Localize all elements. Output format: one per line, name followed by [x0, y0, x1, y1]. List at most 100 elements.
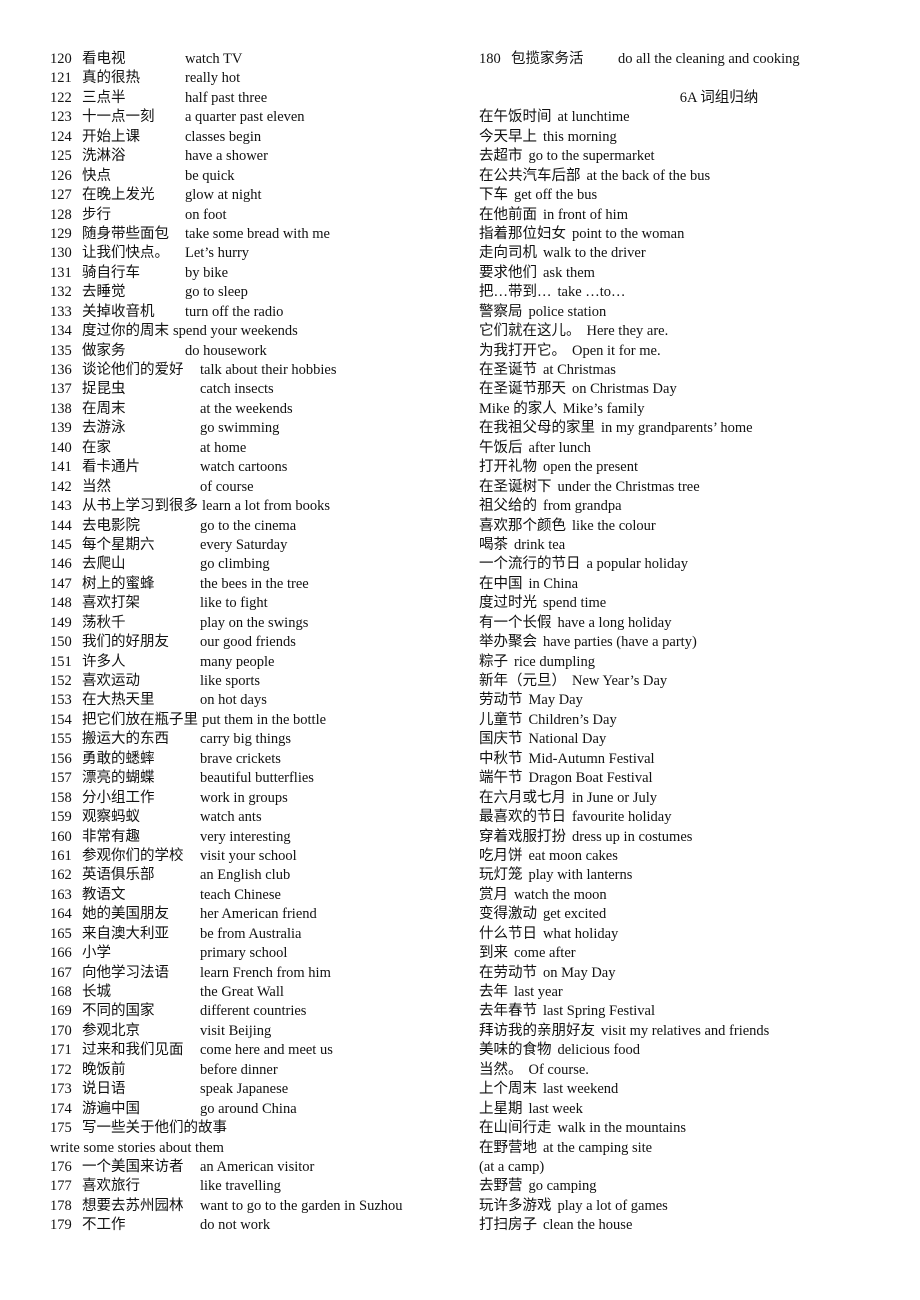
chinese-phrase: 过来和我们见面: [82, 1042, 184, 1059]
english-phrase: be quick: [185, 167, 235, 184]
english-phrase: beautiful butterflies: [200, 770, 314, 787]
entry-number: 146: [50, 556, 72, 573]
english-phrase: watch cartoons: [200, 459, 288, 476]
vocab-entry: 154 把它们放在瓶子里 put them in the bottle: [50, 711, 460, 730]
english-phrase: walk to the driver: [543, 245, 646, 262]
entry-number: 125: [50, 148, 72, 165]
vocab-entry: 158 分小组工作 work in groups: [50, 789, 460, 808]
vocab-entry: 133 关掉收音机 turn off the radio: [50, 303, 460, 322]
vocab-entry: 155 搬运大的东西 carry big things: [50, 730, 460, 749]
english-phrase: have parties (have a party): [543, 634, 697, 651]
vocab-entry: 138 在周末 at the weekends: [50, 400, 460, 419]
chinese-phrase: 喜欢打架: [82, 595, 140, 612]
entry-number: 161: [50, 847, 72, 864]
phrase-list: 在午饭时间 at lunchtime 今天早上 this morning 去超市 go t…: [479, 108, 899, 1235]
vocab-entry: 165 来自澳大利亚 be from Australia: [50, 925, 460, 944]
english-phrase: want to go to the garden in Suzhou: [200, 1197, 403, 1214]
phrase-entry: 喝茶 drink tea: [479, 536, 899, 555]
chinese-phrase: 喜欢运动: [82, 673, 140, 689]
chinese-phrase: 快点: [82, 167, 111, 184]
chinese-phrase: 步行: [82, 206, 111, 223]
chinese-phrase: 在圣诞树下: [479, 478, 552, 495]
english-phrase: talk about their hobbies: [200, 362, 337, 378]
english-phrase: go camping: [528, 1178, 597, 1195]
entry-number: 149: [50, 614, 72, 631]
chinese-phrase: 指着那位妇女: [479, 225, 566, 242]
phrase-entry: 为我打开它。 Open it for me.: [479, 342, 899, 361]
vocab-entry: 170 参观北京 visit Beijing: [50, 1022, 460, 1041]
chinese-phrase: 让我们快点。: [82, 245, 169, 262]
phrase-entry: 端午节 Dragon Boat Festival: [479, 769, 899, 788]
chinese-phrase: 下车: [479, 187, 508, 204]
english-phrase: point to the woman: [572, 225, 685, 242]
chinese-phrase: 关掉收音机: [82, 303, 155, 320]
english-phrase: before dinner: [200, 1061, 278, 1078]
english-phrase: at home: [200, 439, 247, 456]
phrase-entry: 在六月或七月 in June or July: [479, 789, 899, 808]
entry-number: 174: [50, 1100, 72, 1117]
english-phrase: Let’s hurry: [185, 245, 250, 262]
english-phrase: like to fight: [200, 595, 268, 612]
chinese-phrase: 到来: [479, 945, 508, 962]
english-phrase: last Spring Festival: [543, 1003, 655, 1020]
entry-number: 179: [50, 1217, 72, 1234]
english-phrase: at lunchtime: [557, 109, 630, 126]
chinese-phrase: 劳动节: [479, 692, 523, 709]
chinese-phrase: 当然: [82, 478, 111, 495]
chinese-phrase: 在晚上发光: [82, 187, 155, 204]
phrase-entry: 在山间行走 walk in the mountains: [479, 1119, 899, 1138]
entry-number: 175: [50, 1120, 72, 1137]
english-phrase: eat moon cakes: [528, 847, 618, 864]
vocab-entry: 135 做家务 do housework: [50, 342, 460, 361]
phrase-entry: 在劳动节 on May Day: [479, 964, 899, 983]
entry-number: 134: [50, 323, 72, 340]
vocab-entry: 164 她的美国朋友 her American friend: [50, 905, 460, 924]
entry-number: 171: [50, 1042, 72, 1059]
entry-number: 164: [50, 906, 72, 923]
chinese-phrase: 警察局: [479, 303, 523, 320]
chinese-phrase: 观察蚂蚁: [82, 809, 140, 826]
entry-number: 129: [50, 225, 72, 242]
english-phrase: our good friends: [200, 634, 296, 651]
english-phrase: like the colour: [572, 517, 656, 534]
chinese-phrase: 十一点一刻: [82, 109, 155, 126]
chinese-phrase: 去野营: [479, 1178, 523, 1195]
vocab-entry: 120 看电视 watch TV: [50, 50, 460, 69]
entry-number: 126: [50, 167, 72, 184]
english-phrase: what holiday: [543, 925, 619, 942]
chinese-phrase: 它们就在这儿。: [479, 323, 581, 340]
left-column: 120 看电视 watch TV 121 真的很热 really hot 122 三点半 hal…: [50, 50, 460, 1236]
phrase-entry: 喜欢那个颜色 like the colour: [479, 517, 899, 536]
vocab-entry: 140 在家 at home: [50, 439, 460, 458]
chinese-phrase: 在圣诞节那天: [479, 381, 566, 398]
entry-number: 154: [50, 711, 72, 728]
english-phrase: speak Japanese: [200, 1081, 289, 1098]
phrase-entry: 吃月饼 eat moon cakes: [479, 847, 899, 866]
chinese-phrase: 在大热天里: [82, 692, 155, 709]
english-phrase: teach Chinese: [200, 886, 281, 903]
phrase-entry: 走向司机 walk to the driver: [479, 244, 899, 263]
entry-number: 143: [50, 498, 72, 515]
english-phrase: last week: [528, 1100, 583, 1117]
phrase-entry: 美味的食物 delicious food: [479, 1041, 899, 1060]
phrase-entry: Mike 的家人 Mike’s family: [479, 400, 899, 419]
entry-number: 138: [50, 400, 72, 417]
vocab-entry: 174 游遍中国 go around China: [50, 1100, 460, 1119]
phrase-entry: 警察局 police station: [479, 303, 899, 322]
phrase-entry: 在野营地 at the camping site: [479, 1139, 899, 1158]
entry-number: 137: [50, 381, 72, 398]
entry-180: 180 包揽家务活 do all the cleaning and cooking: [479, 50, 899, 69]
chinese-phrase: 说日语: [82, 1081, 126, 1098]
entry-number: 157: [50, 770, 72, 787]
chinese-phrase: 骑自行车: [82, 264, 140, 281]
chinese-phrase: Mike 的家人: [479, 400, 557, 417]
chinese-phrase: 三点半: [82, 89, 126, 106]
vocab-entry: 156 勇敢的蟋蟀 brave crickets: [50, 750, 460, 769]
chinese-phrase: 祖父给的: [479, 498, 537, 515]
english-phrase: many people: [200, 653, 275, 670]
entry-number: 167: [50, 964, 72, 981]
english-phrase: do housework: [185, 342, 267, 359]
english-phrase: drink tea: [514, 536, 566, 553]
phrase-entry: 把…带到… take …to…: [479, 283, 899, 302]
chinese-phrase: 度过时光: [479, 595, 537, 612]
